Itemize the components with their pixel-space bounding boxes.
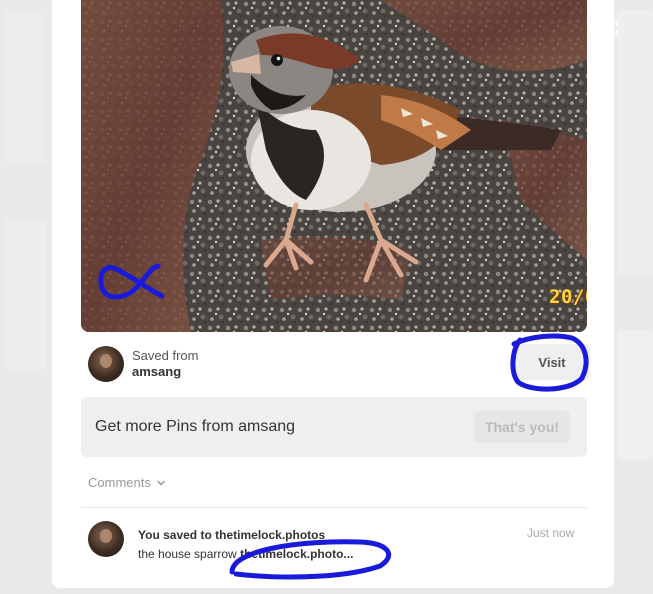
sparrow-photo — [81, 0, 587, 332]
more-pins-text: Get more Pins from amsang — [95, 418, 296, 435]
pin-description: the house sparrow — [138, 547, 237, 561]
activity-timestamp: Just now — [527, 526, 575, 540]
expand-image-button[interactable] — [597, 14, 625, 42]
saved-from-row: Saved from amsang — [88, 346, 198, 382]
avatar[interactable] — [88, 346, 124, 382]
thats-you-button[interactable]: That's you! — [474, 411, 570, 443]
source-user-link[interactable]: amsang — [132, 364, 198, 380]
pin-closeup-card: 20/06/2016 Saved from amsang Visit Get m… — [52, 0, 625, 588]
board-link[interactable]: thetimelock.photos — [215, 528, 325, 542]
chevron-down-icon — [156, 479, 165, 486]
activity-actor: You saved to — [138, 528, 212, 542]
background-pin[interactable] — [4, 220, 46, 370]
saved-from-label: Saved from — [132, 348, 199, 363]
visit-button[interactable]: Visit — [514, 344, 590, 380]
activity-item: You saved to thetimelock.photos the hous… — [88, 521, 353, 564]
comments-label: Comments — [88, 475, 151, 490]
avatar[interactable] — [88, 521, 124, 557]
divider — [81, 507, 587, 508]
background-pin[interactable] — [617, 10, 653, 275]
more-pins-banner: Get more Pins from amsang That's you! — [81, 397, 587, 457]
pin-image[interactable]: 20/06/2016 — [81, 0, 587, 332]
comments-toggle[interactable]: Comments — [88, 475, 165, 490]
activity-text: You saved to thetimelock.photos the hous… — [138, 526, 353, 564]
source-link[interactable]: thetimelock.photo... — [240, 547, 353, 561]
background-pin[interactable] — [617, 330, 653, 460]
saved-from-info: Saved from amsang — [132, 348, 198, 380]
photo-date-stamp: 20/06/2016 — [549, 286, 587, 308]
background-pin[interactable] — [4, 10, 46, 165]
expand-icon — [604, 21, 618, 35]
